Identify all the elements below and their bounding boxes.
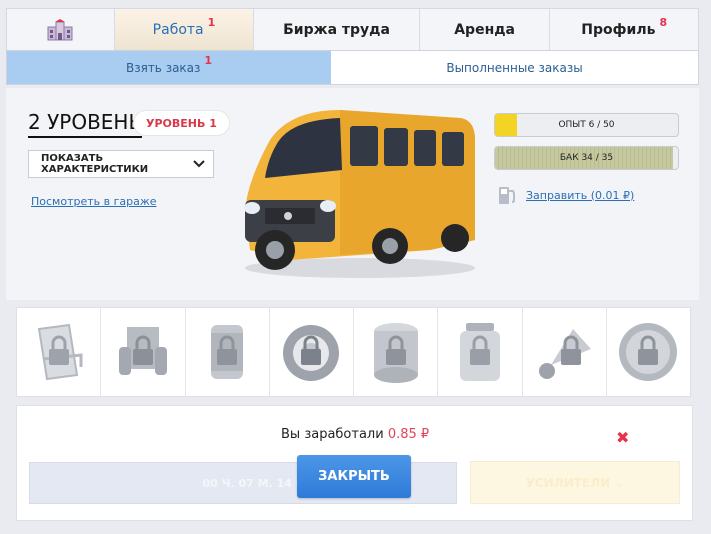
subtab-take-order[interactable]: Взять заказ 1 [7, 51, 332, 84]
tab-labor-exchange-label: Биржа труда [283, 21, 390, 38]
tab-rent[interactable]: Аренда [420, 9, 551, 50]
jar-locked-icon [459, 323, 500, 381]
fuel-tank-label: БАК 34 / 35 [559, 153, 614, 163]
tab-labor-exchange[interactable]: Биржа труда [254, 9, 420, 50]
refuel-row: Заправить (0.01 ₽) [496, 184, 634, 206]
experience-bar: ОПЫТ 6 / 50 [494, 113, 679, 137]
tab-work[interactable]: Работа 1 [114, 9, 255, 50]
booster-money-roll[interactable] [354, 308, 439, 396]
level-pill: УРОВЕНЬ 1 [134, 111, 229, 135]
yellow-minibus-van [244, 110, 475, 278]
boosters-row [16, 307, 691, 397]
booster-coin[interactable] [607, 308, 690, 396]
booster-horn[interactable] [523, 308, 607, 396]
booster-jar[interactable] [438, 308, 523, 396]
vehicle-level-title: 2 УРОВЕНЬ [28, 110, 143, 138]
booster-can[interactable] [186, 308, 270, 396]
horn-locked-icon [539, 329, 592, 379]
tab-rent-label: Аренда [454, 21, 515, 38]
tab-profile-badge: 8 [659, 16, 668, 29]
view-in-garage-link[interactable]: Посмотреть в гараже [31, 195, 157, 208]
armchair-locked-icon [118, 327, 167, 375]
experience-label: ОПЫТ 6 / 50 [558, 120, 615, 130]
order-result-panel: Вы заработали 0.85 ₽ ✖ 00 Ч. 07 М. 14 С.… [16, 405, 693, 521]
earned-text: Вы заработали 0.85 ₽ [281, 427, 429, 442]
can-locked-icon [211, 325, 244, 379]
tab-profile[interactable]: Профиль 8 [550, 9, 698, 50]
subtab-take-order-badge: 1 [204, 54, 213, 67]
tab-profile-label: Профиль [581, 21, 656, 38]
booster-armchair[interactable] [101, 308, 186, 396]
fuel-pump-icon [499, 187, 515, 204]
refuel-link[interactable]: Заправить (0.01 ₽) [526, 189, 634, 202]
booster-tire[interactable] [270, 308, 354, 396]
tab-work-badge: 1 [207, 16, 216, 29]
home-button[interactable] [7, 9, 115, 50]
close-button[interactable]: ЗАКРЫТЬ [297, 455, 411, 498]
close-icon[interactable]: ✖ [616, 428, 629, 447]
money-roll-locked-icon [373, 323, 418, 383]
show-characteristics-dropdown[interactable]: ПОКАЗАТЬ ХАРАКТЕРИСТИКИ [28, 150, 214, 178]
sub-tabs: Взять заказ 1 Выполненные заказы [6, 51, 699, 85]
coin-locked-icon [619, 323, 678, 381]
subtab-completed-orders[interactable]: Выполненные заказы [331, 51, 698, 84]
vehicle-panel: 2 УРОВЕНЬ УРОВЕНЬ 1 ПОКАЗАТЬ ХАРАКТЕРИСТ… [6, 88, 699, 300]
tire-locked-icon [283, 325, 340, 381]
tab-work-label: Работа [152, 21, 204, 38]
experience-bar-fill [495, 114, 517, 136]
subtab-completed-orders-label: Выполненные заказы [446, 60, 583, 75]
top-nav: Работа 1 Биржа труда Аренда Профиль 8 [6, 8, 699, 51]
city-building-icon [47, 18, 73, 40]
subtab-take-order-label: Взять заказ [125, 60, 201, 75]
boosters-button[interactable]: УСИЛИТЕЛИ ⌄ [470, 461, 680, 504]
earned-prefix: Вы заработали [281, 427, 384, 442]
fuel-tank-bar: БАК 34 / 35 [494, 146, 679, 170]
chevron-down-icon [185, 151, 213, 177]
deck-chair-locked-icon [37, 323, 83, 381]
earned-amount: 0.85 ₽ [387, 427, 430, 442]
booster-deck-chair[interactable] [17, 308, 102, 396]
